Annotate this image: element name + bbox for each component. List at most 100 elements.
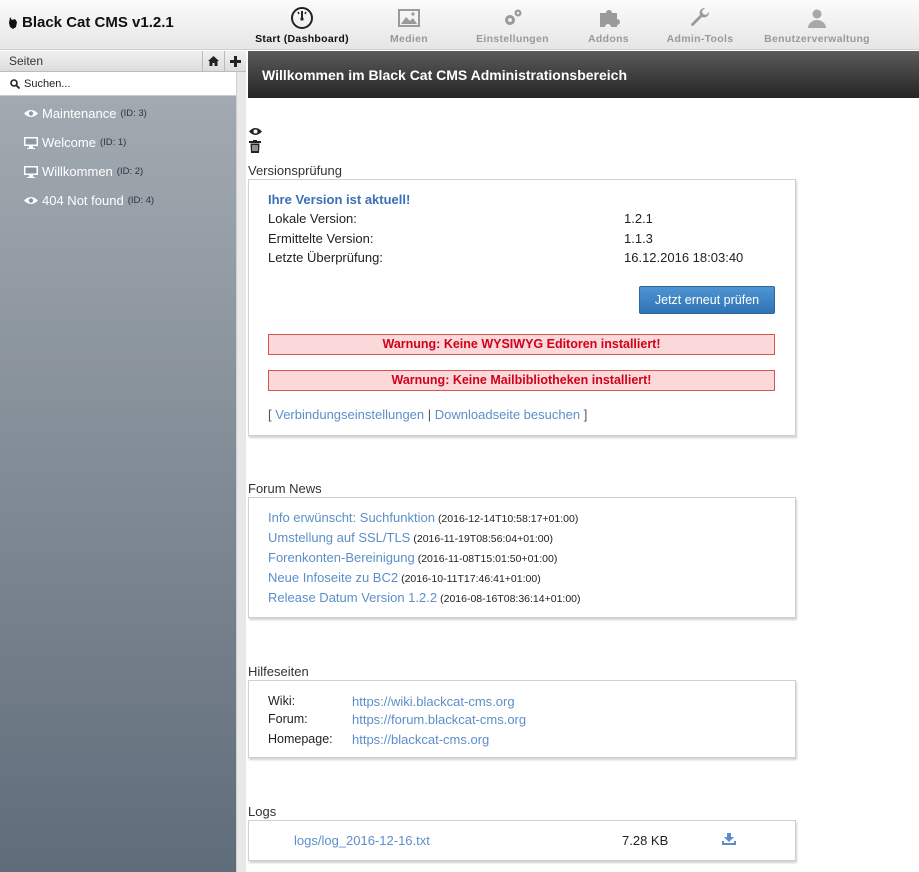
search-input[interactable] [24, 77, 224, 90]
welcome-banner: Willkommen im Black Cat CMS Administrati… [248, 51, 919, 98]
widget-tools [249, 124, 262, 156]
download-page-link[interactable]: Downloadseite besuchen [435, 407, 580, 422]
logs-section-title: Logs [248, 804, 277, 819]
sidebar-scrollbar[interactable] [236, 72, 246, 872]
news-item: Release Datum Version 1.2.2 (2016-08-16T0… [268, 590, 581, 605]
page-name: Welcome [42, 135, 96, 150]
news-link[interactable]: Info erwünscht: Suchfunktion [268, 510, 435, 525]
home-button[interactable] [202, 50, 224, 72]
download-log-button[interactable] [722, 833, 736, 847]
nav-settings[interactable]: Einstellungen [464, 0, 561, 50]
trash-icon [249, 140, 261, 153]
nav-dashboard-label: Start (Dashboard) [255, 33, 349, 45]
help-box: Wiki: https://wiki.blackcat-cms.org Foru… [248, 680, 796, 758]
show-widgets-button[interactable] [249, 124, 262, 140]
version-links: [ Verbindungseinstellungen | Downloadsei… [268, 407, 587, 422]
page-item-willkommen[interactable]: Willkommen (ID: 2) [0, 157, 246, 186]
news-item: Neue Infoseite zu BC2 (2016-10-11T17:46:4… [268, 570, 541, 585]
user-icon [808, 9, 826, 28]
page-id: (ID: 4) [127, 195, 155, 206]
main-content: Willkommen im Black Cat CMS Administrati… [248, 51, 919, 872]
news-date: (2016-08-16T08:36:14+01:00) [440, 593, 581, 605]
sidebar-title: Seiten [9, 54, 44, 68]
sidebar-header: Seiten [0, 50, 246, 72]
delete-button[interactable] [249, 140, 262, 156]
wiki-link[interactable]: https://wiki.blackcat-cms.org [352, 694, 515, 709]
wrench-icon [691, 7, 710, 26]
app-brand[interactable]: Black Cat CMS v1.2.1 [8, 14, 174, 31]
image-icon [398, 9, 420, 27]
news-item: Umstellung auf SSL/TLS (2016-11-19T08:56:… [268, 530, 553, 545]
news-date: (2016-10-11T17:46:41+01:00) [401, 573, 541, 585]
page-item-welcome[interactable]: Welcome (ID: 1) [0, 128, 246, 157]
add-page-button[interactable] [224, 50, 246, 72]
version-box: Ihre Version ist aktuell! Lokale Version… [248, 179, 796, 436]
bracket-open: [ [268, 407, 272, 422]
nav-settings-label: Einstellungen [476, 33, 549, 45]
news-link[interactable]: Umstellung auf SSL/TLS [268, 530, 410, 545]
nav-admin-tools[interactable]: Admin-Tools [656, 0, 744, 50]
bracket-close: ] [583, 407, 588, 422]
warning-mail: Warnung: Keine Mailbibliotheken installi… [268, 370, 775, 391]
sidebar-search [0, 72, 236, 96]
page-name: Maintenance [42, 106, 117, 121]
news-date: (2016-11-19T08:56:04+01:00) [413, 533, 553, 545]
detected-version-value: 1.1.3 [624, 231, 653, 246]
news-link[interactable]: Neue Infoseite zu BC2 [268, 570, 398, 585]
search-icon [10, 78, 20, 89]
dashboard-icon [291, 7, 313, 29]
local-version-value: 1.2.1 [624, 211, 653, 226]
last-check-label: Letzte Überprüfung: [268, 250, 383, 265]
connection-settings-link[interactable]: Verbindungseinstellungen [275, 407, 424, 422]
page-id: (ID: 3) [120, 108, 147, 119]
help-label-homepage: Homepage: [268, 732, 333, 746]
log-file-size: 7.28 KB [622, 833, 669, 848]
forum-link[interactable]: https://forum.blackcat-cms.org [352, 712, 526, 727]
page-item-maintenance[interactable]: Maintenance (ID: 3) [0, 99, 246, 128]
homepage-link[interactable]: https://blackcat-cms.org [352, 732, 489, 747]
cat-logo-icon [9, 16, 17, 29]
page-name: 404 Not found [42, 193, 124, 208]
eye-icon [249, 128, 262, 135]
app-title: Black Cat CMS v1.2.1 [22, 14, 174, 31]
top-bar: Black Cat CMS v1.2.1 Start (Dashboard) M… [0, 0, 919, 50]
nav-media[interactable]: Medien [354, 0, 464, 50]
news-item: Forenkonten-Bereinigung (2016-11-08T15:01… [268, 550, 557, 565]
link-separator: | [427, 407, 432, 422]
nav-addons[interactable]: Addons [561, 0, 656, 50]
nav-user-management-label: Benutzerverwaltung [764, 33, 870, 45]
gears-icon [504, 9, 521, 25]
puzzle-icon [599, 10, 620, 27]
nav-dashboard[interactable]: Start (Dashboard) [250, 0, 354, 50]
news-item: Info erwünscht: Suchfunktion (2016-12-14T… [268, 510, 578, 525]
page-name: Willkommen [42, 164, 113, 179]
monitor-icon [24, 136, 38, 149]
log-file-link[interactable]: logs/log_2016-12-16.txt [294, 833, 430, 848]
news-link[interactable]: Release Datum Version 1.2.2 [268, 590, 437, 605]
nav-user-management[interactable]: Benutzerverwaltung [744, 0, 890, 50]
detected-version-label: Ermittelte Version: [268, 231, 374, 246]
plus-icon [230, 55, 241, 67]
news-link[interactable]: Forenkonten-Bereinigung [268, 550, 415, 565]
main-nav: Start (Dashboard) Medien Einstellungen A… [250, 0, 890, 50]
monitor-icon [24, 165, 38, 178]
version-status: Ihre Version ist aktuell! [268, 192, 411, 207]
version-section-title: Versionsprüfung [248, 163, 342, 178]
recheck-button[interactable]: Jetzt erneut prüfen [639, 286, 775, 314]
page-item-404[interactable]: 404 Not found (ID: 4) [0, 186, 246, 215]
page-id: (ID: 2) [116, 166, 144, 177]
news-section-title: Forum News [248, 481, 322, 496]
eye-icon [24, 108, 38, 120]
page-id: (ID: 1) [99, 137, 127, 148]
page-tree: Maintenance (ID: 3) Welcome (ID: 1) Will… [0, 96, 246, 215]
help-label-wiki: Wiki: [268, 694, 296, 708]
local-version-label: Lokale Version: [268, 211, 357, 226]
news-box: Info erwünscht: Suchfunktion (2016-12-14T… [248, 497, 796, 618]
news-date: (2016-11-08T15:01:50+01:00) [417, 553, 558, 565]
nav-media-label: Medien [390, 33, 428, 45]
nav-addons-label: Addons [588, 33, 629, 45]
help-label-forum: Forum: [268, 712, 308, 726]
help-section-title: Hilfeseiten [248, 664, 309, 679]
warning-wysiwyg: Warnung: Keine WYSIWYG Editoren installi… [268, 334, 775, 355]
news-date: (2016-12-14T10:58:17+01:00) [437, 513, 579, 525]
